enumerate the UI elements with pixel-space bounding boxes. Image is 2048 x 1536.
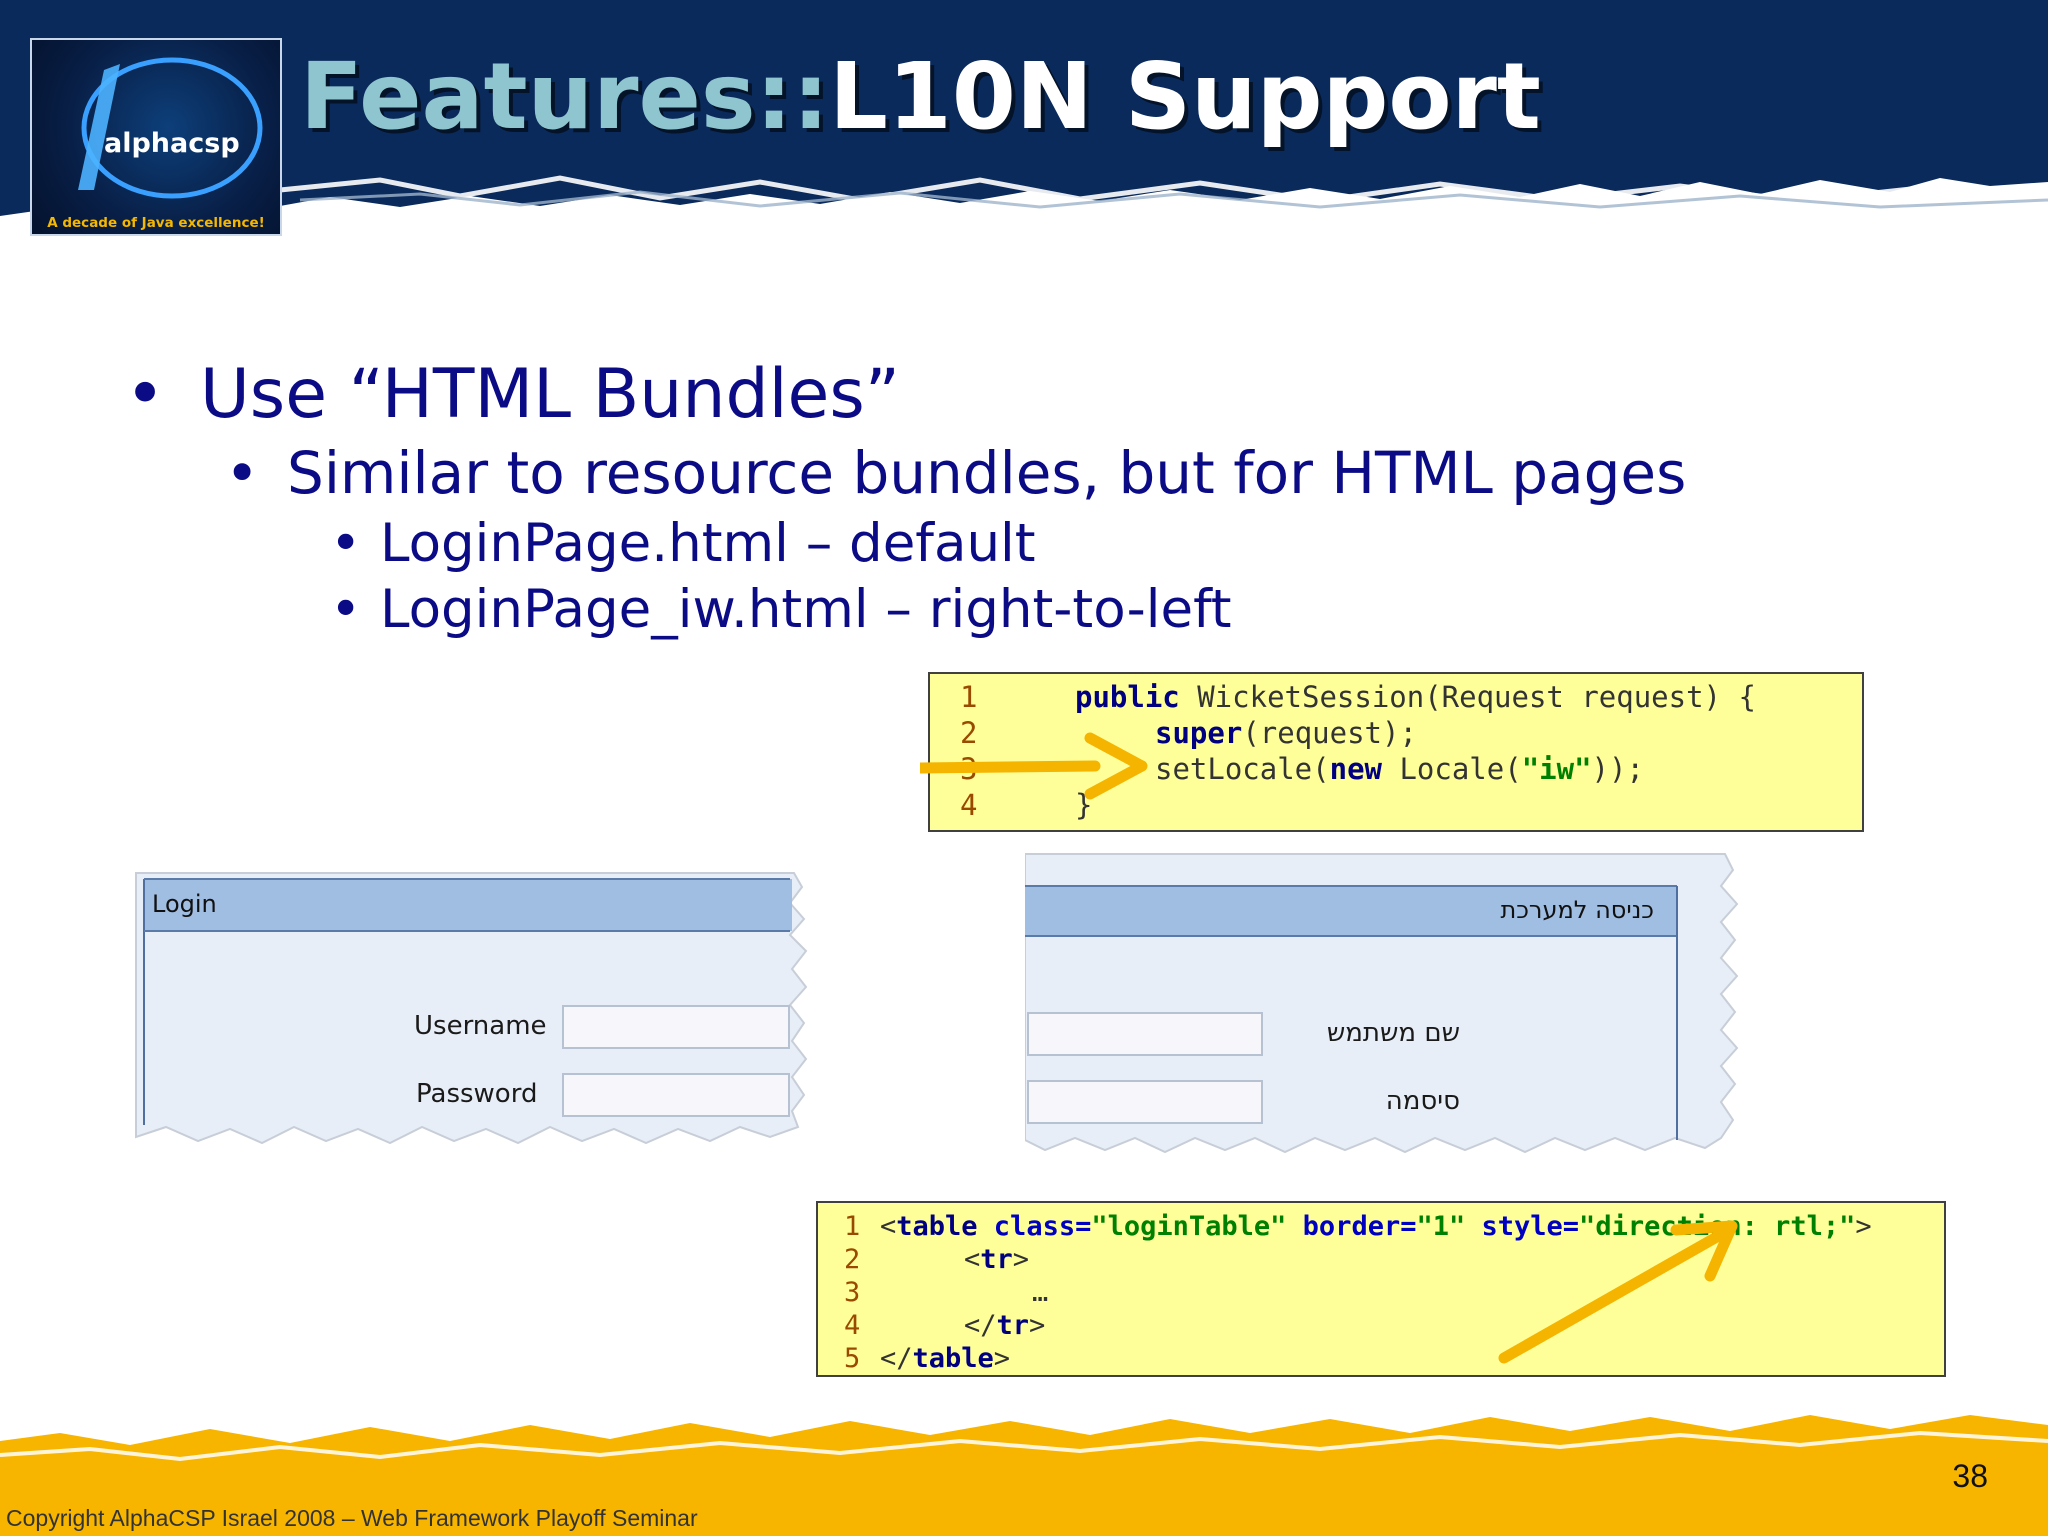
line-number: 1: [844, 1211, 861, 1242]
bullet-level3-default: • LoginPage.html – default: [330, 513, 1036, 574]
page-number: 38: [1952, 1458, 1988, 1494]
bullet-level1: • Use “HTML Bundles”: [125, 355, 901, 434]
password-label: Password: [416, 1079, 538, 1109]
arrow-icon: [920, 732, 1148, 800]
code-line-1: public WicketSession(Request request) {: [1075, 680, 1756, 714]
slide-header: alphacsp A decade of Java excellence! Fe…: [0, 0, 2048, 250]
logo-tagline: A decade of Java excellence!: [47, 215, 265, 231]
title-prefix: Features::: [300, 43, 830, 150]
line-number: 5: [844, 1343, 861, 1374]
html-code-snippet: 1 2 3 4 5 <table class="loginTable" bord…: [816, 1201, 1946, 1377]
copyright-text: Copyright AlphaCSP Israel 2008 – Web Fra…: [6, 1505, 698, 1531]
line-number: 3: [844, 1277, 861, 1308]
line-number: 2: [844, 1244, 861, 1275]
code-line-3: setLocale(new Locale("iw"));: [1155, 752, 1644, 786]
logo-wordmark: alphacsp: [104, 128, 240, 159]
username-label: Username: [414, 1011, 547, 1041]
title-main: L10N Support: [829, 43, 1541, 150]
bullet-level2: • Similar to resource bundles, but for HT…: [225, 439, 1687, 507]
code-line-5: </table>: [880, 1343, 1011, 1374]
login-header-title: Login: [152, 890, 217, 918]
login-form-ltr-screenshot: Login Username Password: [130, 865, 820, 1155]
code-line-2: super(request);: [1155, 716, 1417, 750]
code-line-3: …: [1032, 1277, 1049, 1308]
slide-title: Features::L10N Support: [300, 42, 1541, 152]
login-header-title: כניסה למערכת: [1500, 896, 1654, 924]
password-input[interactable]: [1027, 1080, 1263, 1124]
login-form-rtl-screenshot: כניסה למערכת שם משתמש סיסמה: [1025, 850, 1740, 1170]
code-line-2: <tr>: [964, 1244, 1030, 1275]
bullet-level3-rtl: • LoginPage_iw.html – right-to-left: [330, 579, 1232, 640]
line-number: 1: [960, 680, 978, 714]
username-input[interactable]: [1027, 1012, 1263, 1056]
username-input[interactable]: [562, 1005, 790, 1049]
password-label: סיסמה: [1385, 1086, 1460, 1116]
arrow-icon: [1498, 1220, 1738, 1364]
password-input[interactable]: [562, 1073, 790, 1117]
line-number: 4: [844, 1310, 861, 1341]
alphacsp-logo: alphacsp A decade of Java excellence!: [30, 38, 282, 236]
code-line-4: </tr>: [964, 1310, 1046, 1341]
username-label: שם משתמש: [1326, 1018, 1460, 1048]
